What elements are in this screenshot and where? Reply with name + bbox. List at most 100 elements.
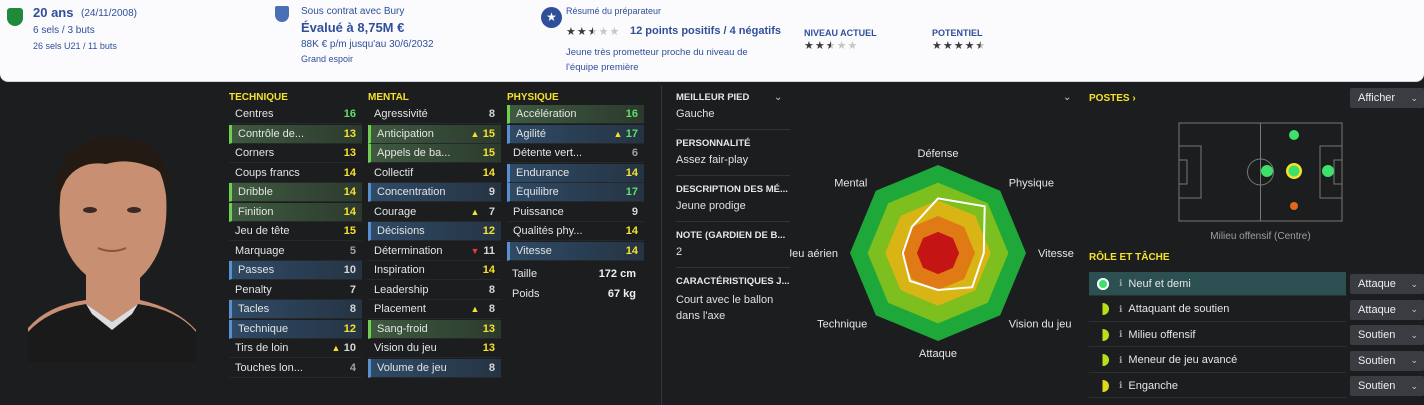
attribute-row[interactable]: Touches lon... 4: [229, 359, 362, 378]
star-icon: ★: [932, 40, 942, 52]
radar-dropdown-chevron-icon[interactable]: ⌄: [1063, 92, 1071, 103]
attribute-row[interactable]: Passes 10: [229, 261, 362, 280]
attribute-value: 14: [482, 166, 495, 179]
star-icon: ★: [814, 40, 825, 52]
pitch-diagram: [1178, 122, 1343, 222]
attribute-value: 12: [343, 322, 356, 335]
attribute-row[interactable]: Détente vert... 6: [507, 144, 644, 163]
attribute-row[interactable]: Qualités phy... 14: [507, 222, 644, 241]
attribute-row[interactable]: Marquage 5: [229, 242, 362, 261]
attribute-name: Décisions: [377, 225, 425, 237]
info-icon[interactable]: ℹ: [1119, 355, 1122, 366]
attribute-row[interactable]: Anticipation ▲ 15: [368, 124, 501, 144]
attribute-name: Finition: [238, 205, 274, 218]
attribute-name: Jeu de tête: [235, 225, 290, 237]
role-duty-dropdown[interactable]: Soutien ⌄: [1350, 350, 1424, 371]
goalkeeper-note-label: NOTE (GARDIEN DE B...: [676, 230, 786, 241]
position-dot: [1322, 165, 1334, 177]
scout-points[interactable]: 12 points positifs / 4 négatifs: [630, 25, 781, 37]
attribute-row[interactable]: Coups francs 14: [229, 164, 362, 183]
attribute-row[interactable]: Vitesse 14: [507, 241, 644, 261]
attribute-name: Corners: [235, 147, 275, 159]
attribute-name: Collectif: [374, 166, 414, 179]
attribute-value: 14: [625, 166, 638, 179]
mental-header: MENTAL: [368, 92, 409, 103]
attribute-row[interactable]: Volume de jeu 8: [368, 358, 501, 378]
info-icon[interactable]: ℹ: [1119, 329, 1122, 340]
player-traits-line1: Court avec le ballon: [676, 294, 774, 306]
info-icon[interactable]: ℹ: [1119, 304, 1122, 315]
role-duty-dropdown[interactable]: Attaque ⌄: [1350, 274, 1424, 294]
attribute-value: 8: [349, 303, 356, 315]
role-row[interactable]: ℹ Meneur de jeu avancé: [1089, 349, 1346, 373]
star-icon: ★: [566, 26, 576, 38]
attribute-row[interactable]: Équilibre 17: [507, 183, 644, 202]
column-divider: [661, 86, 662, 405]
role-row[interactable]: ℹ Attaquant de soutien: [1089, 298, 1346, 322]
player-caps[interactable]: 6 sels / 3 buts: [33, 25, 95, 36]
role-duty-dropdown[interactable]: Soutien ⌄: [1350, 376, 1424, 396]
attribute-name: Accélération: [516, 108, 577, 120]
role-row[interactable]: ℹ Neuf et demi: [1089, 272, 1346, 296]
attribute-row[interactable]: Placement ▲ 8: [368, 300, 501, 319]
attribute-row[interactable]: Décisions 12: [368, 222, 501, 241]
attribute-value: 15: [482, 147, 495, 159]
radar-axis-label: Mental: [834, 177, 867, 189]
attribute-value: 14: [482, 264, 495, 276]
positions-title[interactable]: POSTES ›: [1089, 93, 1136, 104]
attribute-row[interactable]: Jeu de tête 15: [229, 222, 362, 241]
personality-label: PERSONNALITÉ: [676, 138, 751, 149]
attribute-row[interactable]: Centres 16: [229, 105, 362, 124]
divider: [676, 267, 790, 268]
attribute-row[interactable]: Collectif 14: [368, 164, 501, 183]
attribute-row[interactable]: Tirs de loin ▲ 10: [229, 339, 362, 358]
player-u21-caps[interactable]: 26 sels U21 / 11 buts: [33, 41, 117, 51]
attribute-value: 14: [343, 166, 356, 179]
attribute-row[interactable]: Dribble 14: [229, 183, 362, 202]
star-icon: ★: [953, 40, 964, 52]
attribute-row[interactable]: Agilité ▲ 17: [507, 124, 644, 144]
attribute-row[interactable]: Technique 12: [229, 319, 362, 339]
attribute-row[interactable]: Finition 14: [229, 202, 362, 222]
attribute-row[interactable]: Tacles 8: [229, 300, 362, 319]
attribute-value: 8: [488, 283, 495, 296]
attribute-row[interactable]: Agressivité 8: [368, 105, 501, 124]
attribute-name: Centres: [235, 108, 274, 120]
attribute-row[interactable]: Sang-froid 13: [368, 319, 501, 339]
role-name: Neuf et demi: [1128, 277, 1191, 290]
attribute-value: 8: [488, 108, 495, 120]
attribute-row[interactable]: Inspiration 14: [368, 261, 501, 280]
role-duty-dropdown[interactable]: Attaque ⌄: [1350, 299, 1424, 320]
role-suitability-dot-icon: [1097, 379, 1109, 392]
attribute-row[interactable]: Contrôle de... 13: [229, 124, 362, 144]
chevron-down-icon: ⌄: [1410, 329, 1418, 340]
attribute-row[interactable]: Corners 13: [229, 144, 362, 163]
star-icon: ★: [587, 26, 598, 38]
attribute-value: 8: [488, 361, 495, 374]
attribute-value: 13: [343, 127, 356, 140]
attribute-row[interactable]: Accélération 16: [507, 105, 644, 124]
personality-value[interactable]: Assez fair-play: [676, 154, 748, 166]
info-icon[interactable]: ℹ: [1119, 380, 1122, 391]
attribute-row[interactable]: Détermination ▼ 11: [368, 242, 501, 261]
divider: [676, 221, 790, 222]
player-age: 20 ans: [33, 5, 74, 20]
attribute-row[interactable]: Leadership 8: [368, 281, 501, 300]
attribute-name: Endurance: [516, 166, 570, 179]
show-positions-dropdown[interactable]: Afficher ⌄: [1350, 88, 1424, 108]
attribute-row[interactable]: Penalty 7: [229, 281, 362, 300]
attribute-row[interactable]: Appels de ba... 15: [368, 144, 501, 163]
chevron-down-icon[interactable]: ⌄: [774, 92, 782, 103]
role-duty-dropdown[interactable]: Soutien ⌄: [1350, 325, 1424, 345]
attribute-row[interactable]: Endurance 14: [507, 163, 644, 183]
contract-status[interactable]: Sous contrat avec Bury: [301, 6, 404, 17]
position-name: Milieu offensif (Centre): [1210, 231, 1311, 242]
attribute-row[interactable]: Concentration 9: [368, 183, 501, 202]
attribute-row[interactable]: Vision du jeu 13: [368, 339, 501, 358]
star-icon: ★: [975, 40, 986, 52]
attribute-row[interactable]: Puissance 9: [507, 203, 644, 222]
role-row[interactable]: ℹ Enganche: [1089, 374, 1346, 398]
info-icon[interactable]: ℹ: [1119, 278, 1122, 289]
role-row[interactable]: ℹ Milieu offensif: [1089, 323, 1346, 347]
attribute-row[interactable]: Courage ▲ 7: [368, 203, 501, 222]
